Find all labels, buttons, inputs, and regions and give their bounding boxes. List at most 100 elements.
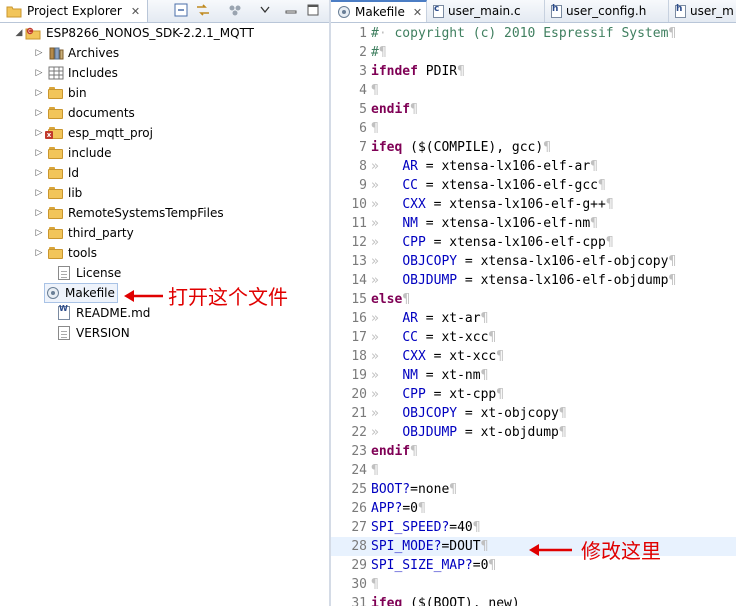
- whitespace-marker: ¶: [590, 216, 598, 231]
- code-token: APP?: [371, 501, 403, 516]
- code-line[interactable]: 15 else¶: [331, 290, 736, 309]
- code-line[interactable]: 13 » OBJCOPY = xtensa-lx106-elf-objcopy¶: [331, 252, 736, 271]
- includes-icon: [48, 66, 64, 80]
- tree-item-label: third_party: [68, 226, 134, 240]
- tree-item[interactable]: ▷ tools: [34, 243, 97, 263]
- editor-tab-user-config[interactable]: h user_config.h: [545, 0, 669, 22]
- project-explorer-title: Project Explorer: [27, 4, 122, 18]
- line-number: 13: [351, 254, 367, 269]
- collapse-all-icon[interactable]: [172, 2, 190, 18]
- collapsed-chevron-icon[interactable]: ▷: [34, 228, 44, 238]
- code-line[interactable]: 18 » CXX = xt-xcc¶: [331, 347, 736, 366]
- editor-tab-makefile[interactable]: Makefile ✕: [331, 0, 427, 22]
- left-arrow-icon: [529, 543, 572, 556]
- collapsed-chevron-icon[interactable]: ▷: [34, 108, 44, 118]
- project-root[interactable]: ◢ C ESP8266_NONOS_SDK-2.2.1_MQTT: [14, 23, 254, 43]
- minimize-icon[interactable]: [282, 2, 300, 18]
- code-line[interactable]: 22 » OBJDUMP = xt-objdump¶: [331, 423, 736, 442]
- code-line[interactable]: 20 » CPP = xt-cpp¶: [331, 385, 736, 404]
- code-line[interactable]: 9 » CC = xtensa-lx106-elf-gcc¶: [331, 176, 736, 195]
- tree-item[interactable]: ▷ lib: [34, 183, 83, 203]
- filter-icon[interactable]: [226, 2, 244, 18]
- view-menu-chevron-down-icon[interactable]: [256, 2, 274, 18]
- code-token: = xtensa-lx106-elf-ar: [417, 159, 591, 174]
- c-project-icon: C: [25, 27, 41, 40]
- collapsed-chevron-icon[interactable]: ▷: [34, 208, 44, 218]
- code-line[interactable]: 21 » OBJCOPY = xt-objcopy¶: [331, 404, 736, 423]
- whitespace-marker: ¶: [496, 349, 505, 364]
- folder-icon: [48, 187, 64, 199]
- code-line[interactable]: 8 » AR = xtensa-lx106-elf-ar¶: [331, 157, 736, 176]
- expanded-chevron-icon[interactable]: ◢: [14, 28, 24, 38]
- close-tab-icon[interactable]: ✕: [413, 6, 422, 19]
- code-line[interactable]: 23 endif¶: [331, 442, 736, 461]
- code-line[interactable]: 17 » CC = xt-xcc¶: [331, 328, 736, 347]
- tree-item[interactable]: ▷ RemoteSystemsTempFiles: [34, 203, 224, 223]
- tree-item[interactable]: ▷ Includes: [34, 63, 118, 83]
- editor-tab-label: user_main.c: [448, 4, 521, 18]
- code-line[interactable]: 16 » AR = xt-ar¶: [331, 309, 736, 328]
- annotation-open-file-text: 打开这个文件: [168, 285, 288, 309]
- whitespace-marker: ¶: [378, 45, 387, 60]
- code-token: OBJDUMP: [402, 425, 458, 440]
- archives-icon: [49, 47, 64, 60]
- whitespace-marker: ¶: [558, 406, 567, 421]
- code-line[interactable]: 31 ifeq ($(BOOT), new): [331, 594, 736, 606]
- tree-item[interactable]: ▷ x esp_mqtt_proj: [34, 123, 153, 143]
- collapsed-chevron-icon[interactable]: ▷: [34, 248, 44, 258]
- tree-item[interactable]: License: [34, 263, 121, 283]
- collapsed-chevron-icon[interactable]: ▷: [34, 68, 44, 78]
- code-line[interactable]: 30 ¶: [331, 575, 736, 594]
- code-line[interactable]: 24 ¶: [331, 461, 736, 480]
- line-number: 30: [351, 577, 367, 592]
- tree-item[interactable]: ▷ documents: [34, 103, 135, 123]
- collapsed-chevron-icon[interactable]: ▷: [34, 48, 44, 58]
- code-line[interactable]: 25 BOOT?=none¶: [331, 480, 736, 499]
- code-text: » CPP = xtensa-lx106-elf-cpp¶: [371, 235, 614, 250]
- maximize-icon[interactable]: [304, 2, 322, 18]
- code-line[interactable]: 14 » OBJDUMP = xtensa-lx106-elf-objdump¶: [331, 271, 736, 290]
- code-line[interactable]: 4 ¶: [331, 81, 736, 100]
- code-line[interactable]: 6 ¶: [331, 119, 736, 138]
- tree-item[interactable]: VERSION: [34, 323, 130, 343]
- tree-item[interactable]: ▷ bin: [34, 83, 87, 103]
- code-line[interactable]: 12 » CPP = xtensa-lx106-elf-cpp¶: [331, 233, 736, 252]
- code-line[interactable]: 19 » NM = xt-nm¶: [331, 366, 736, 385]
- collapsed-chevron-icon[interactable]: ▷: [34, 88, 44, 98]
- close-icon[interactable]: ✕: [131, 5, 140, 18]
- code-token: endif: [371, 102, 411, 117]
- code-line[interactable]: 2 #¶: [331, 43, 736, 62]
- tree-item-label: Archives: [68, 46, 120, 60]
- collapsed-chevron-icon[interactable]: ▷: [34, 168, 44, 178]
- project-explorer-tab[interactable]: Project Explorer ✕: [0, 0, 148, 22]
- code-text: else¶: [371, 292, 410, 307]
- code-token: ifeq: [371, 140, 403, 155]
- code-text: » OBJCOPY = xtensa-lx106-elf-objcopy¶: [371, 254, 676, 269]
- code-line[interactable]: 26 APP?=0¶: [331, 499, 736, 518]
- code-text: » OBJDUMP = xt-objdump¶: [371, 425, 567, 440]
- editor-tab-user-main[interactable]: c user_main.c: [427, 0, 545, 22]
- collapsed-chevron-icon[interactable]: ▷: [34, 188, 44, 198]
- code-line[interactable]: 10 » CXX = xtensa-lx106-elf-g++¶: [331, 195, 736, 214]
- link-with-editor-icon[interactable]: [194, 2, 212, 18]
- whitespace-marker: ¶: [371, 121, 379, 136]
- code-token: =DOUT: [441, 539, 481, 554]
- code-line[interactable]: 5 endif¶: [331, 100, 736, 119]
- project-explorer-icon: [6, 6, 22, 18]
- code-line[interactable]: 3 ifndef PDIR¶: [331, 62, 736, 81]
- tree-item[interactable]: ▷ third_party: [34, 223, 134, 243]
- collapsed-chevron-icon[interactable]: ▷: [34, 128, 44, 138]
- project-explorer-panel: Project Explorer ✕ ◢ C ESP8266_NONOS_SDK…: [0, 0, 329, 606]
- editor-tab-user-m[interactable]: h user_m: [669, 0, 736, 22]
- code-line[interactable]: 11 » NM = xtensa-lx106-elf-nm¶: [331, 214, 736, 233]
- collapsed-chevron-icon[interactable]: ▷: [34, 148, 44, 158]
- tree-item[interactable]: Makefile: [44, 283, 118, 303]
- code-text: endif¶: [371, 102, 418, 117]
- whitespace-marker: »: [371, 235, 403, 250]
- tree-item[interactable]: ▷ include: [34, 143, 112, 163]
- tree-item[interactable]: ▷ ld: [34, 163, 79, 183]
- code-token: NM: [402, 368, 418, 383]
- code-line[interactable]: 1 #· copyright (c) 2010 Espressif System¶: [331, 24, 736, 43]
- code-line[interactable]: 7 ifeq ($(COMPILE), gcc)¶: [331, 138, 736, 157]
- tree-item[interactable]: ▷ Archives: [34, 43, 120, 63]
